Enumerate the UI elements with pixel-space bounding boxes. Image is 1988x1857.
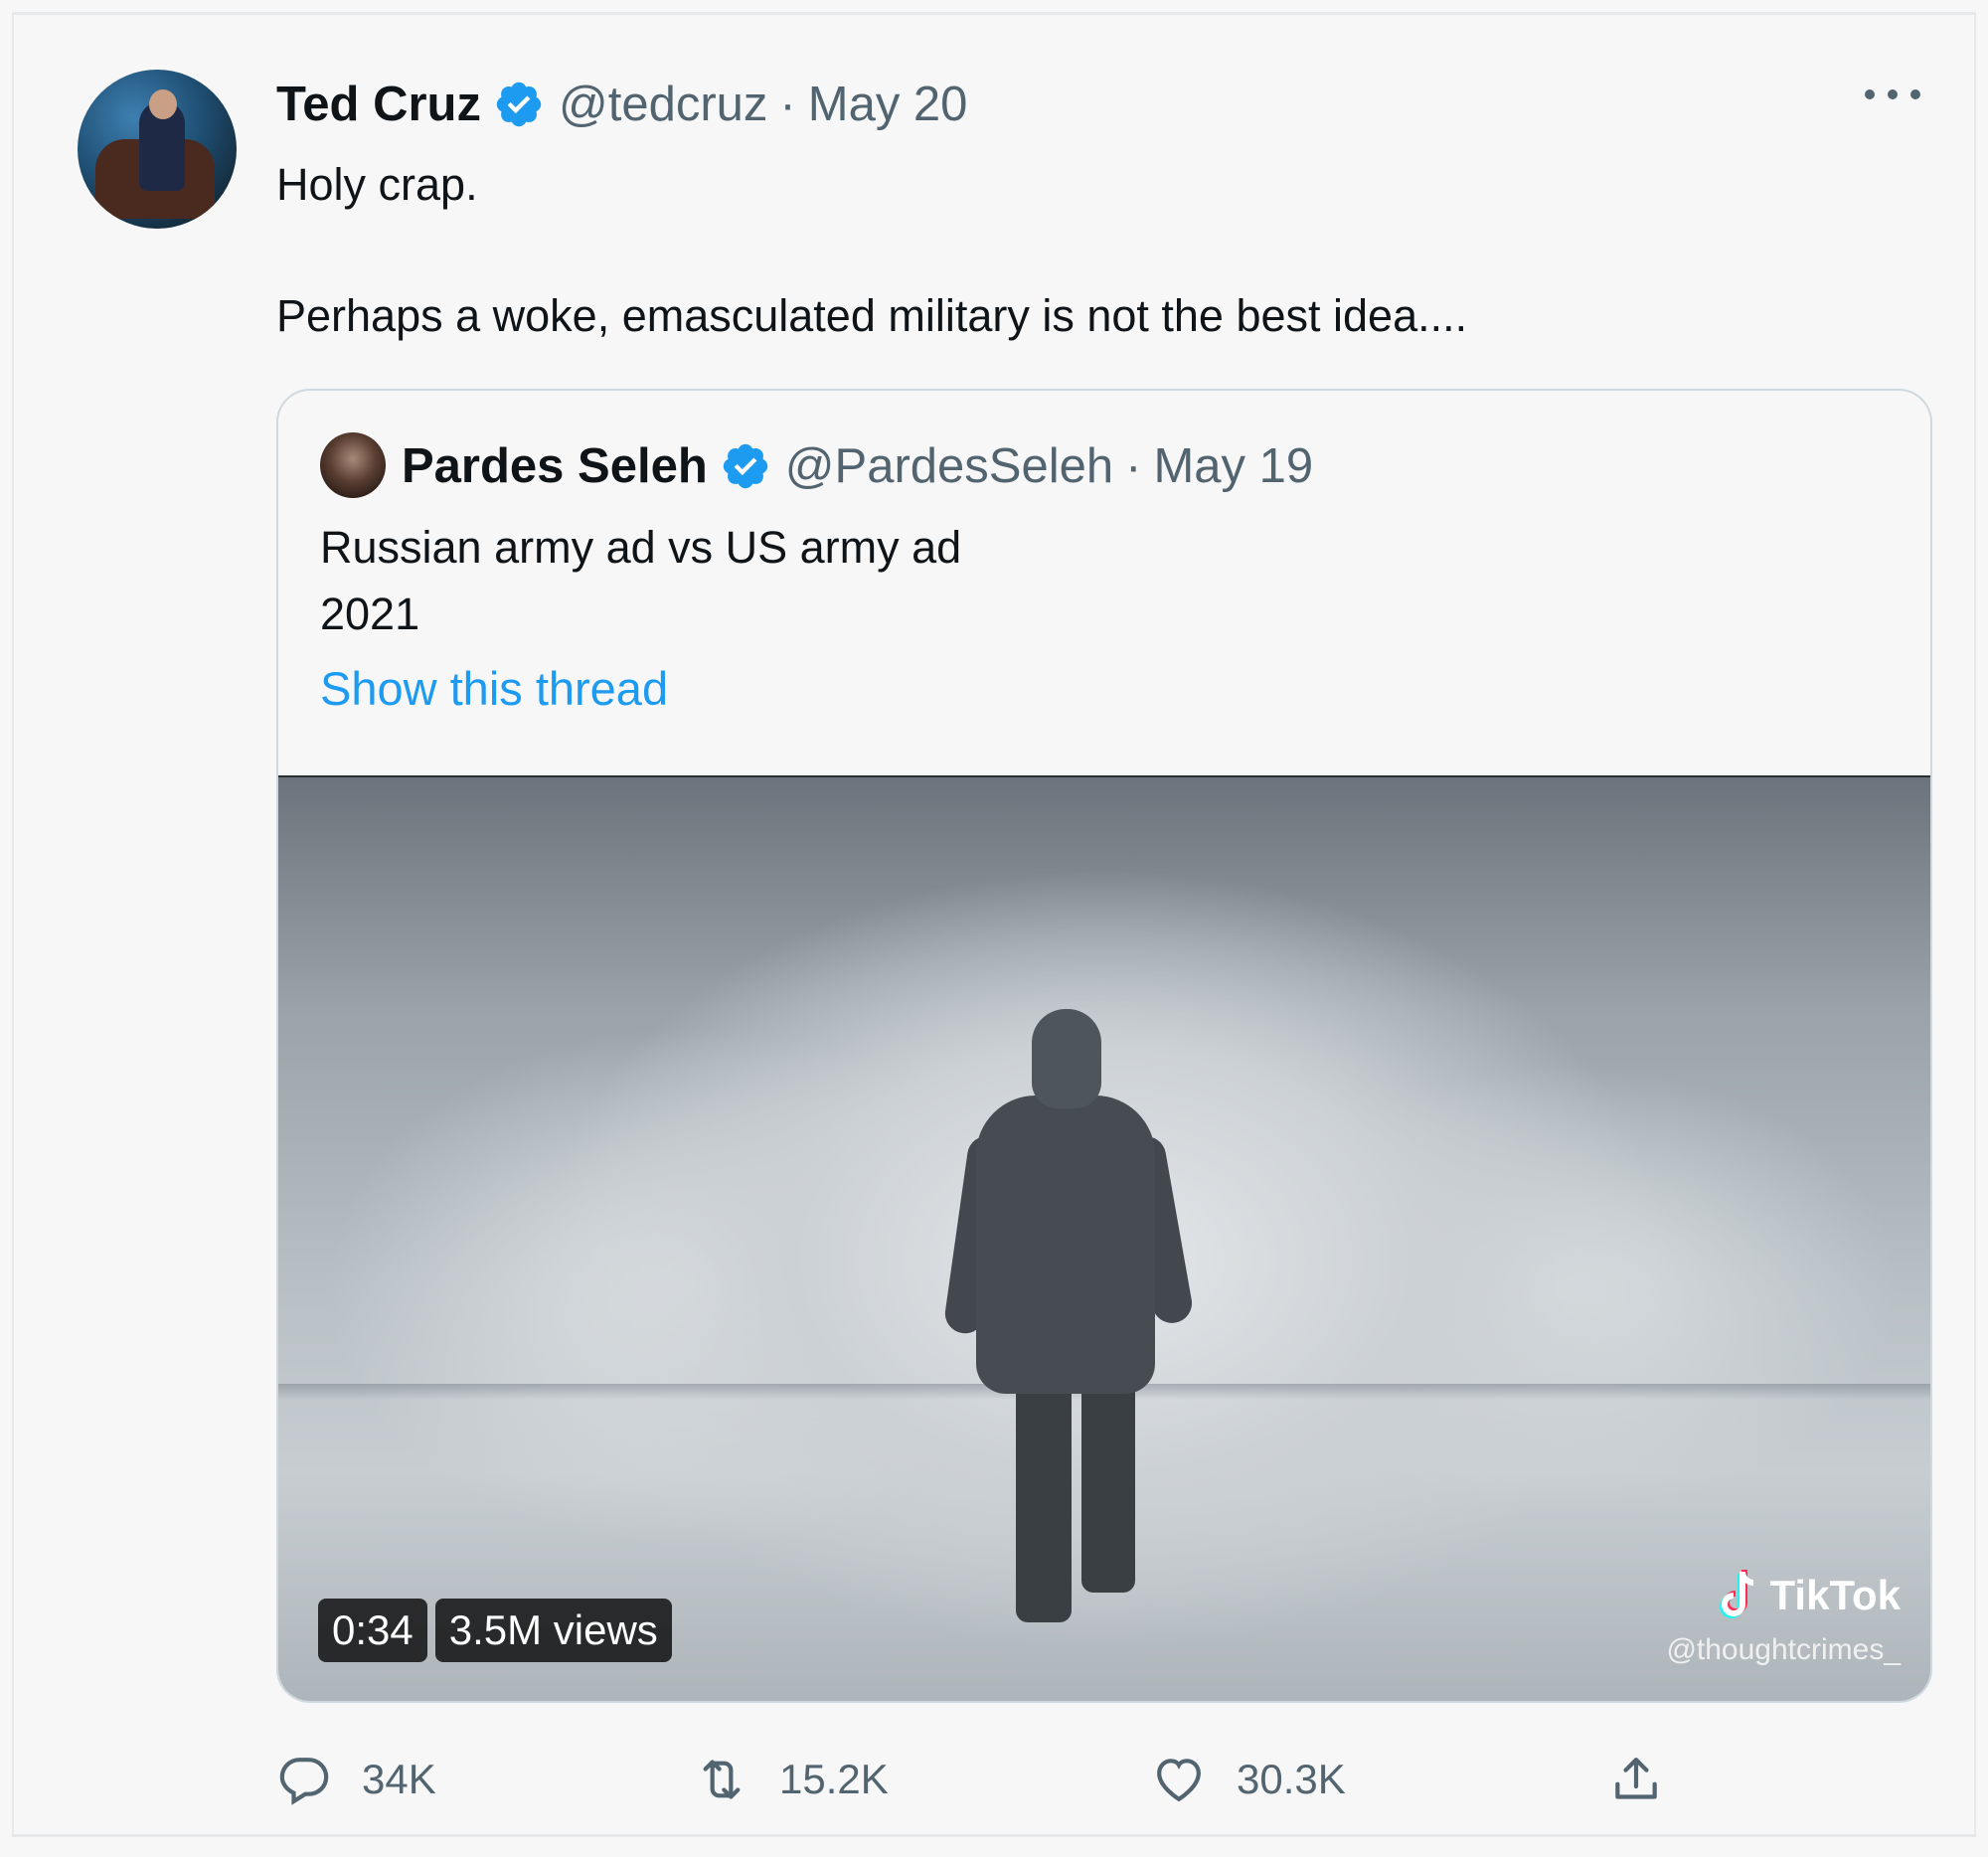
video-figure-head (1032, 1009, 1101, 1108)
video-duration-badge: 0:34 (318, 1599, 427, 1662)
tiktok-note-icon (1719, 1570, 1753, 1618)
show-thread-link[interactable]: Show this thread (320, 661, 668, 716)
reply-icon (276, 1752, 362, 1807)
quoted-text-line: Russian army ad vs US army ad (320, 522, 962, 573)
video-views-badge: 3.5M views (434, 1599, 672, 1662)
tiktok-brand: TikTok (1769, 1572, 1901, 1618)
tweet-card[interactable]: Ted Cruz @tedcruz · May 20 Holy crap. Pe… (12, 12, 1976, 1837)
quoted-text-line: 2021 (320, 589, 420, 639)
tweet-text: Holy crap. Perhaps a woke, emasculated m… (276, 152, 1906, 349)
tweet-text-line: Holy crap. (276, 159, 478, 210)
header-separator: · (1125, 439, 1142, 493)
quoted-tweet[interactable]: Pardes Seleh @PardesSeleh · May 19 Russi… (276, 389, 1932, 1703)
verified-badge-icon (493, 79, 545, 130)
heart-icon (1151, 1752, 1237, 1807)
retweet-icon (694, 1752, 779, 1807)
quoted-author-avatar[interactable] (320, 432, 386, 498)
share-button[interactable] (1608, 1745, 1694, 1814)
tiktok-logo: TikTok (1666, 1568, 1901, 1623)
verified-badge-icon (720, 440, 771, 492)
tweet-actions: 34K 15.2K 30.3K (276, 1745, 1688, 1814)
quoted-tweet-text: Russian army ad vs US army ad 2021 (320, 514, 961, 647)
tiktok-handle: @thoughtcrimes_ (1666, 1633, 1901, 1666)
more-options-icon[interactable] (1865, 83, 1920, 106)
author-handle[interactable]: @tedcruz (559, 77, 767, 132)
avatar-head (149, 89, 177, 119)
retweet-count: 15.2K (779, 1756, 889, 1802)
quoted-author-name[interactable]: Pardes Seleh (402, 438, 708, 494)
tweet-date[interactable]: May 20 (808, 77, 968, 132)
quoted-tweet-date[interactable]: May 19 (1153, 438, 1313, 494)
tweet-text-line: Perhaps a woke, emasculated military is … (276, 290, 1468, 341)
like-count: 30.3K (1237, 1756, 1346, 1802)
video-figure-leg (1016, 1374, 1072, 1622)
header-separator: · (779, 78, 796, 131)
reply-button[interactable]: 34K (276, 1745, 436, 1814)
video-figure-body (976, 1096, 1155, 1394)
tweet-header: Ted Cruz @tedcruz · May 20 (276, 75, 967, 134)
video-figure-leg (1081, 1374, 1135, 1593)
author-name[interactable]: Ted Cruz (276, 77, 481, 132)
quoted-author-handle[interactable]: @PardesSeleh (785, 438, 1113, 494)
tiktok-watermark: TikTok @thoughtcrimes_ (1666, 1568, 1901, 1667)
video-player[interactable]: 0:34 3.5M views TikTok @thoughtcrimes_ (278, 775, 1930, 1701)
like-button[interactable]: 30.3K (1151, 1745, 1346, 1814)
video-badges: 0:34 3.5M views (318, 1599, 672, 1662)
quoted-tweet-header: Pardes Seleh @PardesSeleh · May 19 (402, 434, 1313, 498)
retweet-button[interactable]: 15.2K (694, 1745, 889, 1814)
reply-count: 34K (362, 1756, 436, 1802)
author-avatar[interactable] (78, 70, 237, 229)
share-icon (1608, 1752, 1694, 1807)
